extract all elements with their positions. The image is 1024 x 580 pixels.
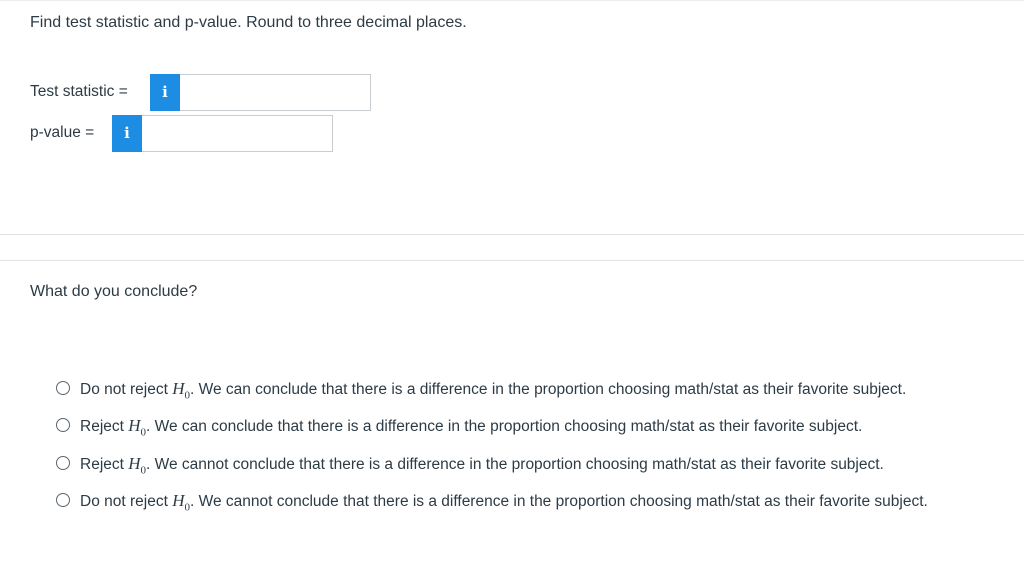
p-value-row: p-value = i [30, 114, 333, 152]
radio-unselected-icon[interactable] [56, 418, 70, 433]
section-divider [0, 234, 1024, 235]
instructions-text: Find test statistic and p-value. Round t… [30, 14, 467, 31]
conclusion-option-2[interactable]: Reject H0. We can conclude that there is… [56, 413, 1006, 445]
test-statistic-row: Test statistic = i [30, 73, 371, 111]
option-text: Reject H0. We can conclude that there is… [80, 416, 863, 439]
section-divider [0, 260, 1024, 261]
conclusion-option-1[interactable]: Do not reject H0. We can conclude that t… [56, 376, 1006, 408]
p-value-input[interactable] [142, 114, 333, 152]
null-hypothesis-symbol: H0 [172, 379, 190, 402]
p-value-info-icon[interactable]: i [112, 114, 142, 152]
null-hypothesis-symbol: H0 [128, 416, 147, 439]
option-text: Do not reject H0. We cannot conclude tha… [80, 491, 928, 514]
conclusion-option-4[interactable]: Do not reject H0. We cannot conclude tha… [56, 488, 1006, 520]
radio-unselected-icon[interactable] [56, 381, 70, 395]
conclusion-question: What do you conclude? [30, 283, 198, 300]
test-statistic-input[interactable] [180, 73, 371, 111]
radio-unselected-icon[interactable] [56, 455, 70, 470]
p-value-label: p-value = [30, 124, 95, 141]
test-statistic-label: Test statistic = [30, 83, 128, 100]
null-hypothesis-symbol: H0 [172, 491, 190, 514]
radio-unselected-icon[interactable] [56, 493, 70, 508]
conclusion-options: Do not reject H0. We can conclude that t… [56, 376, 1006, 526]
option-text: Reject H0. We cannot conclude that there… [80, 453, 884, 477]
top-divider [0, 0, 1024, 1]
null-hypothesis-symbol: H0 [128, 453, 147, 477]
option-text: Do not reject H0. We can conclude that t… [80, 379, 907, 402]
conclusion-option-3[interactable]: Reject H0. We cannot conclude that there… [56, 451, 1006, 483]
test-statistic-info-icon[interactable]: i [150, 73, 180, 111]
